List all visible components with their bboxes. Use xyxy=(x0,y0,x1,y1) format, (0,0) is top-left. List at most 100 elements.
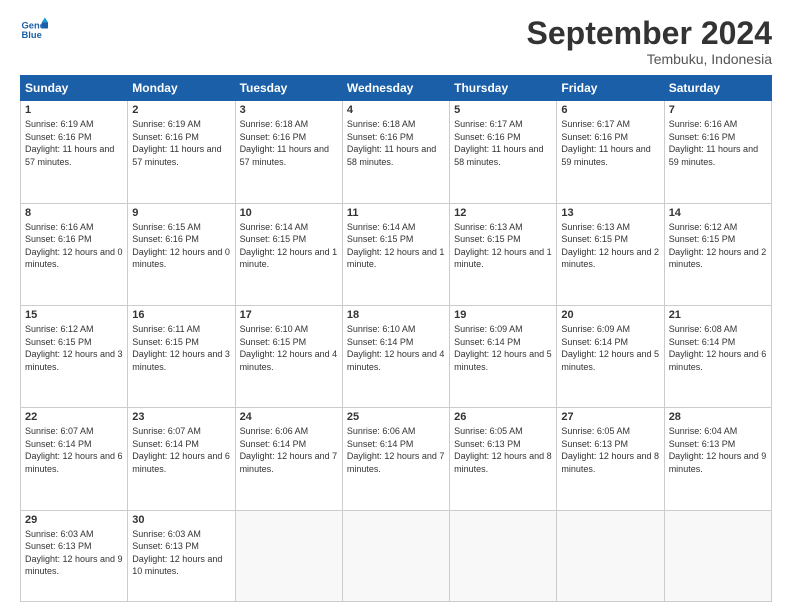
day-number: 2 xyxy=(132,104,230,116)
day-number: 9 xyxy=(132,207,230,219)
day-info: Sunrise: 6:11 AMSunset: 6:15 PMDaylight:… xyxy=(132,323,230,373)
header: General Blue September 2024 Tembuku, Ind… xyxy=(20,16,772,67)
col-monday: Monday xyxy=(128,76,235,101)
subtitle: Tembuku, Indonesia xyxy=(527,51,772,67)
table-row: 13 Sunrise: 6:13 AMSunset: 6:15 PMDayligh… xyxy=(557,203,664,305)
day-number: 22 xyxy=(25,411,123,423)
table-row: 21 Sunrise: 6:08 AMSunset: 6:14 PMDayligh… xyxy=(664,305,771,407)
day-info: Sunrise: 6:12 AMSunset: 6:15 PMDaylight:… xyxy=(25,323,123,373)
day-info: Sunrise: 6:03 AMSunset: 6:13 PMDaylight:… xyxy=(25,528,123,578)
table-row: 20 Sunrise: 6:09 AMSunset: 6:14 PMDayligh… xyxy=(557,305,664,407)
day-info: Sunrise: 6:16 AMSunset: 6:16 PMDaylight:… xyxy=(669,118,767,168)
day-info: Sunrise: 6:14 AMSunset: 6:15 PMDaylight:… xyxy=(240,221,338,271)
calendar-table: Sunday Monday Tuesday Wednesday Thursday… xyxy=(20,75,772,602)
day-info: Sunrise: 6:03 AMSunset: 6:13 PMDaylight:… xyxy=(132,528,230,578)
logo-icon: General Blue xyxy=(20,16,48,44)
day-info: Sunrise: 6:17 AMSunset: 6:16 PMDaylight:… xyxy=(561,118,659,168)
table-row: 24 Sunrise: 6:06 AMSunset: 6:14 PMDayligh… xyxy=(235,408,342,510)
day-info: Sunrise: 6:19 AMSunset: 6:16 PMDaylight:… xyxy=(132,118,230,168)
day-number: 13 xyxy=(561,207,659,219)
page: General Blue September 2024 Tembuku, Ind… xyxy=(0,0,792,612)
day-number: 25 xyxy=(347,411,445,423)
table-row: 17 Sunrise: 6:10 AMSunset: 6:15 PMDayligh… xyxy=(235,305,342,407)
table-row: 1 Sunrise: 6:19 AMSunset: 6:16 PMDaylight… xyxy=(21,101,128,203)
day-number: 29 xyxy=(25,514,123,526)
table-row: 14 Sunrise: 6:12 AMSunset: 6:15 PMDayligh… xyxy=(664,203,771,305)
day-number: 1 xyxy=(25,104,123,116)
table-row: 12 Sunrise: 6:13 AMSunset: 6:15 PMDayligh… xyxy=(450,203,557,305)
table-row xyxy=(664,510,771,601)
table-row: 10 Sunrise: 6:14 AMSunset: 6:15 PMDayligh… xyxy=(235,203,342,305)
table-row: 18 Sunrise: 6:10 AMSunset: 6:14 PMDayligh… xyxy=(342,305,449,407)
day-info: Sunrise: 6:09 AMSunset: 6:14 PMDaylight:… xyxy=(561,323,659,373)
day-number: 19 xyxy=(454,309,552,321)
day-info: Sunrise: 6:19 AMSunset: 6:16 PMDaylight:… xyxy=(25,118,123,168)
day-number: 23 xyxy=(132,411,230,423)
day-info: Sunrise: 6:15 AMSunset: 6:16 PMDaylight:… xyxy=(132,221,230,271)
table-row: 23Sunrise: 6:07 AMSunset: 6:14 PMDayligh… xyxy=(128,408,235,510)
day-number: 17 xyxy=(240,309,338,321)
table-row: 7 Sunrise: 6:16 AMSunset: 6:16 PMDaylight… xyxy=(664,101,771,203)
table-row: 8 Sunrise: 6:16 AMSunset: 6:16 PMDaylight… xyxy=(21,203,128,305)
table-row: 27 Sunrise: 6:05 AMSunset: 6:13 PMDayligh… xyxy=(557,408,664,510)
day-info: Sunrise: 6:13 AMSunset: 6:15 PMDaylight:… xyxy=(561,221,659,271)
table-row xyxy=(342,510,449,601)
day-number: 12 xyxy=(454,207,552,219)
day-number: 28 xyxy=(669,411,767,423)
title-section: September 2024 Tembuku, Indonesia xyxy=(527,16,772,67)
day-number: 11 xyxy=(347,207,445,219)
logo: General Blue xyxy=(20,16,48,44)
day-info: Sunrise: 6:10 AMSunset: 6:14 PMDaylight:… xyxy=(347,323,445,373)
col-thursday: Thursday xyxy=(450,76,557,101)
svg-text:Blue: Blue xyxy=(22,30,42,40)
col-wednesday: Wednesday xyxy=(342,76,449,101)
table-row: 22 Sunrise: 6:07 AMSunset: 6:14 PMDayligh… xyxy=(21,408,128,510)
month-title: September 2024 xyxy=(527,16,772,51)
table-row: 2 Sunrise: 6:19 AMSunset: 6:16 PMDaylight… xyxy=(128,101,235,203)
day-info: Sunrise: 6:10 AMSunset: 6:15 PMDaylight:… xyxy=(240,323,338,373)
table-row: 28 Sunrise: 6:04 AMSunset: 6:13 PMDayligh… xyxy=(664,408,771,510)
day-info: Sunrise: 6:08 AMSunset: 6:14 PMDaylight:… xyxy=(669,323,767,373)
col-saturday: Saturday xyxy=(664,76,771,101)
table-row: 30Sunrise: 6:03 AMSunset: 6:13 PMDayligh… xyxy=(128,510,235,601)
table-row xyxy=(235,510,342,601)
col-friday: Friday xyxy=(557,76,664,101)
table-row xyxy=(450,510,557,601)
day-info: Sunrise: 6:05 AMSunset: 6:13 PMDaylight:… xyxy=(454,425,552,475)
table-row: 26 Sunrise: 6:05 AMSunset: 6:13 PMDayligh… xyxy=(450,408,557,510)
day-number: 18 xyxy=(347,309,445,321)
day-number: 5 xyxy=(454,104,552,116)
day-info: Sunrise: 6:05 AMSunset: 6:13 PMDaylight:… xyxy=(561,425,659,475)
table-row: 11 Sunrise: 6:14 AMSunset: 6:15 PMDayligh… xyxy=(342,203,449,305)
day-number: 10 xyxy=(240,207,338,219)
day-number: 8 xyxy=(25,207,123,219)
day-number: 20 xyxy=(561,309,659,321)
table-row: 29 Sunrise: 6:03 AMSunset: 6:13 PMDayligh… xyxy=(21,510,128,601)
day-info: Sunrise: 6:16 AMSunset: 6:16 PMDaylight:… xyxy=(25,221,123,271)
day-info: Sunrise: 6:06 AMSunset: 6:14 PMDaylight:… xyxy=(240,425,338,475)
table-row: 4Sunrise: 6:18 AMSunset: 6:16 PMDaylight… xyxy=(342,101,449,203)
day-info: Sunrise: 6:04 AMSunset: 6:13 PMDaylight:… xyxy=(669,425,767,475)
day-number: 24 xyxy=(240,411,338,423)
table-row: 19Sunrise: 6:09 AMSunset: 6:14 PMDayligh… xyxy=(450,305,557,407)
day-info: Sunrise: 6:12 AMSunset: 6:15 PMDaylight:… xyxy=(669,221,767,271)
table-row: 5 Sunrise: 6:17 AMSunset: 6:16 PMDaylight… xyxy=(450,101,557,203)
day-number: 26 xyxy=(454,411,552,423)
day-number: 27 xyxy=(561,411,659,423)
day-info: Sunrise: 6:13 AMSunset: 6:15 PMDaylight:… xyxy=(454,221,552,271)
day-info: Sunrise: 6:18 AMSunset: 6:16 PMDaylight:… xyxy=(347,118,445,168)
table-row: 9 Sunrise: 6:15 AMSunset: 6:16 PMDaylight… xyxy=(128,203,235,305)
day-info: Sunrise: 6:07 AMSunset: 6:14 PMDaylight:… xyxy=(25,425,123,475)
table-row: 6 Sunrise: 6:17 AMSunset: 6:16 PMDaylight… xyxy=(557,101,664,203)
day-number: 14 xyxy=(669,207,767,219)
day-info: Sunrise: 6:14 AMSunset: 6:15 PMDaylight:… xyxy=(347,221,445,271)
table-row: 15 Sunrise: 6:12 AMSunset: 6:15 PMDayligh… xyxy=(21,305,128,407)
day-info: Sunrise: 6:17 AMSunset: 6:16 PMDaylight:… xyxy=(454,118,552,168)
day-number: 21 xyxy=(669,309,767,321)
day-number: 7 xyxy=(669,104,767,116)
day-number: 15 xyxy=(25,309,123,321)
table-row: 3Sunrise: 6:18 AMSunset: 6:16 PMDaylight… xyxy=(235,101,342,203)
day-info: Sunrise: 6:18 AMSunset: 6:16 PMDaylight:… xyxy=(240,118,338,168)
day-info: Sunrise: 6:06 AMSunset: 6:14 PMDaylight:… xyxy=(347,425,445,475)
day-number: 6 xyxy=(561,104,659,116)
